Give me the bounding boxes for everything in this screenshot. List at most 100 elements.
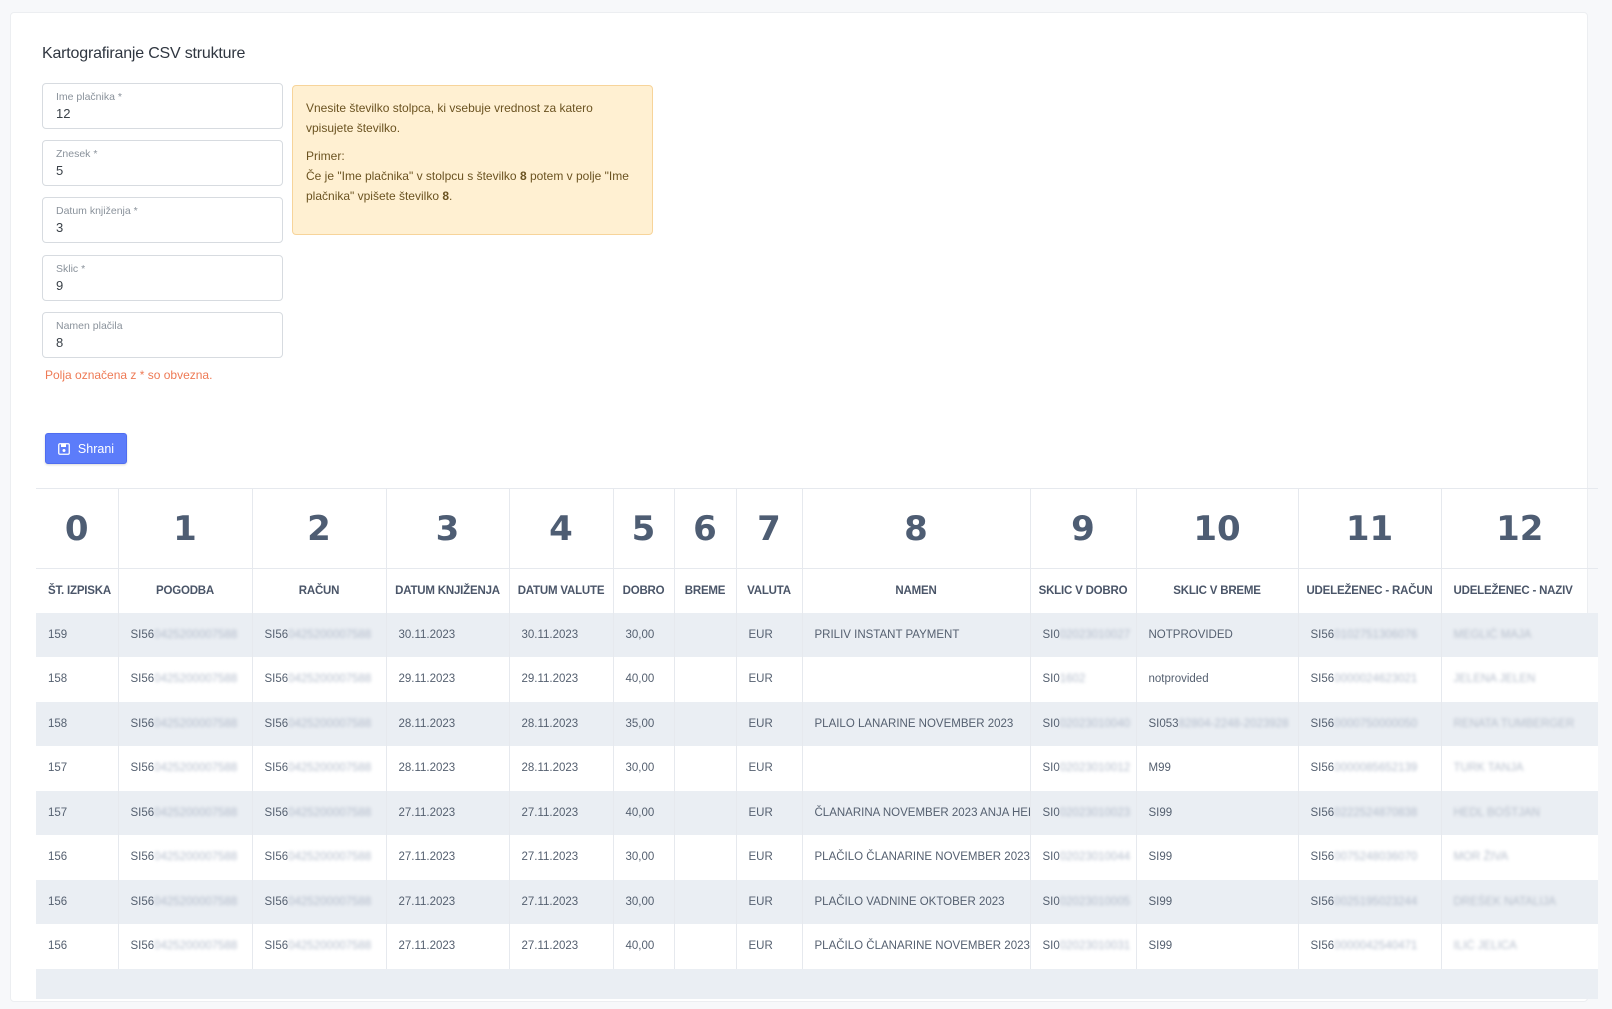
example-title: Primer:: [306, 149, 345, 163]
cell-debit: [674, 924, 737, 969]
cell-currency: EUR: [736, 924, 803, 969]
cell-party-name: TURK TANJA: [1441, 746, 1598, 791]
column-header: DOBRO: [613, 568, 675, 613]
reference-field[interactable]: Sklic * 9: [42, 255, 283, 301]
cell-party-account: SI560102751306076: [1298, 612, 1442, 657]
cell-statement-no: 157: [36, 790, 119, 835]
save-button[interactable]: Shrani: [45, 433, 127, 464]
cell-value-date: 29.11.2023: [509, 657, 614, 702]
cell-debit-ref: SI99: [1136, 924, 1299, 969]
cell-contract: SI560425200007588: [118, 790, 253, 835]
cell-debit: [674, 835, 737, 880]
field-value[interactable]: 5: [56, 163, 63, 178]
cell-contract: SI560425200007588: [118, 835, 253, 880]
cell-value-date: 28.11.2023: [509, 701, 614, 746]
cell-statement-no: 159: [36, 612, 119, 657]
cell-debit: [674, 612, 737, 657]
cell-credit: 35,00: [613, 701, 675, 746]
cell-purpose: PRILIV INSTANT PAYMENT: [802, 612, 1031, 657]
cell-purpose: PLAILO LANARINE NOVEMBER 2023: [802, 701, 1031, 746]
column-header: DATUM KNJIŽENJA: [386, 568, 510, 613]
save-icon: [58, 442, 70, 455]
cell-credit: 40,00: [613, 924, 675, 969]
cell-posting-date: 28.11.2023: [386, 746, 510, 791]
cell-currency: EUR: [736, 879, 803, 924]
cell-credit-ref: SI002023010023: [1030, 790, 1137, 835]
cell-debit: [674, 790, 737, 835]
column-header: SKLIC V DOBRO: [1030, 568, 1137, 613]
cell-statement-no: 156: [36, 879, 119, 924]
cell-party-name: MOR ŽIVA: [1441, 835, 1598, 880]
cell-credit-ref: SI002023010012: [1030, 746, 1137, 791]
cell-credit: 40,00: [613, 657, 675, 702]
column-header: BREME: [674, 568, 737, 613]
cell-debit-ref: notprovided: [1136, 657, 1299, 702]
cell-credit: 30,00: [613, 746, 675, 791]
column-number: 10: [1136, 488, 1299, 569]
field-value[interactable]: 8: [56, 335, 63, 350]
column-header: POGODBA: [118, 568, 253, 613]
cell-posting-date: 29.11.2023: [386, 657, 510, 702]
cell-value-date: 27.11.2023: [509, 790, 614, 835]
cell-credit-ref: SI002023010005: [1030, 879, 1137, 924]
info-alert: Vnesite številko stolpca, ki vsebuje vre…: [292, 85, 653, 235]
column-number: 12: [1441, 488, 1598, 569]
table-row: 156 SI560425200007588 SI560425200007588 …: [36, 924, 1598, 969]
cell-contract: SI560425200007588: [118, 657, 253, 702]
table-row: 156 SI560425200007588 SI560425200007588 …: [36, 835, 1598, 880]
cell-party-account: SI560025195023244: [1298, 879, 1442, 924]
field-value[interactable]: 9: [56, 278, 63, 293]
table-row: 158 SI560425200007588 SI560425200007588 …: [36, 701, 1598, 746]
cell-debit-ref: M99: [1136, 746, 1299, 791]
cell-currency: EUR: [736, 612, 803, 657]
cell-account: SI560425200007588: [252, 612, 387, 657]
cell-posting-date: 27.11.2023: [386, 879, 510, 924]
info-text: Vnesite številko stolpca, ki vsebuje vre…: [306, 101, 593, 135]
cell-party-name: JELENA JELEN: [1441, 657, 1598, 702]
payer-name-field[interactable]: Ime plačnika * 12: [42, 83, 283, 129]
column-number: 6: [674, 488, 737, 569]
cell-posting-date: 27.11.2023: [386, 835, 510, 880]
column-number-row: 0 1 2 3 4 5 6 7 8 9 10 11 12: [36, 488, 1598, 569]
field-label: Namen plačila: [56, 320, 123, 332]
cell-purpose: [802, 657, 1031, 702]
amount-field[interactable]: Znesek * 5: [42, 140, 283, 186]
table-row: 157 SI560425200007588 SI560425200007588 …: [36, 746, 1598, 791]
required-fields-note: Polja označena z * so obvezna.: [45, 368, 213, 382]
cell-debit: [674, 879, 737, 924]
example-text: Če je "Ime plačnika" v stolpcu s številk…: [306, 169, 629, 203]
cell-party-name: MEGLIČ MAJA: [1441, 612, 1598, 657]
cell-debit: [674, 746, 737, 791]
posting-date-field[interactable]: Datum knjiženja * 3: [42, 197, 283, 243]
cell-credit-ref: SI002023010031: [1030, 924, 1137, 969]
cell-statement-no: 157: [36, 746, 119, 791]
table-row: 156 SI560425200007588 SI560425200007588 …: [36, 879, 1598, 924]
cell-purpose: PLAČILO VADNINE OKTOBER 2023: [802, 879, 1031, 924]
cell-account: SI560425200007588: [252, 835, 387, 880]
cell-debit: [674, 657, 737, 702]
cell-credit-ref: SI002023010027: [1030, 612, 1137, 657]
column-header: DATUM VALUTE: [509, 568, 614, 613]
cell-currency: EUR: [736, 701, 803, 746]
cell-currency: EUR: [736, 835, 803, 880]
field-value[interactable]: 3: [56, 220, 63, 235]
cell-credit: 40,00: [613, 790, 675, 835]
cell-statement-no: 156: [36, 835, 119, 880]
field-value[interactable]: 12: [56, 106, 70, 121]
column-header: VALUTA: [736, 568, 803, 613]
table-row: 157 SI560425200007588 SI560425200007588 …: [36, 790, 1598, 835]
cell-credit: 30,00: [613, 612, 675, 657]
cell-party-account: SI560075248036070: [1298, 835, 1442, 880]
column-header-row: ŠT. IZPISKA POGODBA RAČUN DATUM KNJIŽENJ…: [36, 568, 1598, 613]
cell-account: SI560425200007588: [252, 746, 387, 791]
column-header: ŠT. IZPISKA: [36, 568, 119, 613]
cell-value-date: 30.11.2023: [509, 612, 614, 657]
cell-party-account: SI560000042540471: [1298, 924, 1442, 969]
cell-value-date: 27.11.2023: [509, 879, 614, 924]
csv-preview-table: 0 1 2 3 4 5 6 7 8 9 10 11 12 ŠT. IZPISKA…: [36, 488, 1598, 1009]
cell-credit-ref: SI002023010040: [1030, 701, 1137, 746]
cell-party-name: RENATA TUMBERGER: [1441, 701, 1598, 746]
page-title: Kartografiranje CSV strukture: [42, 45, 246, 62]
cell-credit: 30,00: [613, 879, 675, 924]
payment-purpose-field[interactable]: Namen plačila 8: [42, 312, 283, 358]
